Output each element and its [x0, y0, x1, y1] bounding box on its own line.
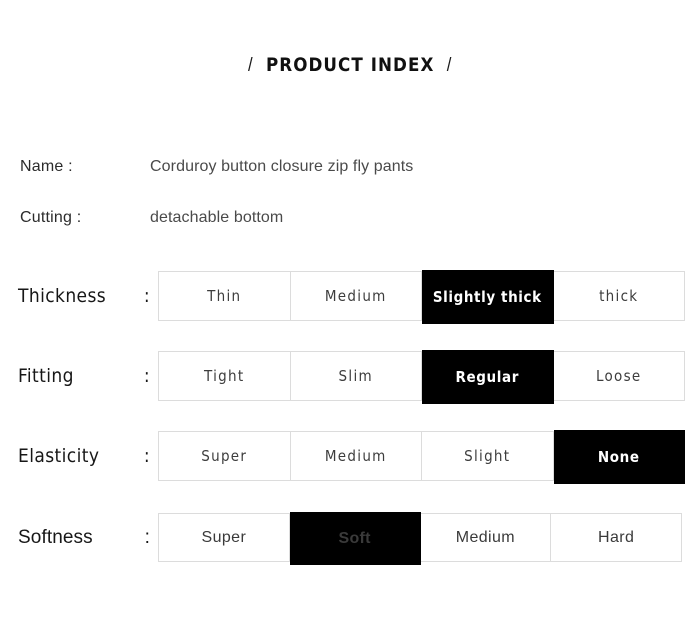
option-elasticity-medium[interactable]: Medium — [290, 432, 422, 480]
info-value-cutting: detachable bottom — [150, 209, 284, 226]
option-group-fitting: Tight Slim Regular Loose — [158, 350, 685, 404]
option-thickness-thick[interactable]: thick — [553, 272, 685, 320]
spec-label-elasticity-word: Elasticity — [18, 445, 100, 467]
option-softness-super[interactable]: Super — [159, 514, 290, 561]
option-thickness-thin[interactable]: Thin — [159, 272, 291, 320]
spec-label-thickness-colon: : — [143, 285, 150, 307]
spec-label-elasticity-colon: : — [143, 445, 150, 467]
option-elasticity-none[interactable]: None — [553, 430, 685, 484]
option-elasticity-slight[interactable]: Slight — [422, 432, 554, 480]
option-softness-hard[interactable]: Hard — [551, 514, 682, 561]
spec-label-softness-colon: : — [144, 526, 150, 548]
info-row-name: Name : Corduroy button closure zip fly p… — [20, 155, 680, 179]
option-thickness-medium[interactable]: Medium — [290, 272, 422, 320]
spec-row-softness: Softness : Super Soft Medium Hard — [0, 512, 700, 565]
slash-right-decoration: / — [446, 55, 453, 76]
spec-label-thickness: Thickness : — [0, 285, 158, 307]
page-title: / PRODUCT INDEX / — [0, 54, 700, 77]
option-thickness-slightly-thick[interactable]: Slightly thick — [422, 270, 554, 324]
info-row-cutting: Cutting : detachable bottom — [20, 206, 680, 230]
option-fitting-slim[interactable]: Slim — [290, 352, 422, 400]
page-title-text: / PRODUCT INDEX / — [248, 54, 452, 77]
option-fitting-tight[interactable]: Tight — [159, 352, 291, 400]
option-group-softness: Super Soft Medium Hard — [158, 512, 682, 565]
page-title-label: PRODUCT INDEX — [265, 54, 435, 76]
spec-label-fitting-word: Fitting — [18, 365, 74, 387]
option-softness-medium[interactable]: Medium — [420, 514, 552, 561]
option-fitting-regular[interactable]: Regular — [422, 350, 554, 404]
info-value-name: Corduroy button closure zip fly pants — [150, 158, 414, 175]
spec-row-thickness: Thickness : Thin Medium Slightly thick t… — [0, 270, 700, 324]
option-group-elasticity: Super Medium Slight None — [158, 430, 685, 484]
spec-row-elasticity: Elasticity : Super Medium Slight None — [0, 430, 700, 484]
slash-left-decoration: / — [247, 55, 254, 76]
option-group-thickness: Thin Medium Slightly thick thick — [158, 270, 685, 324]
option-elasticity-super[interactable]: Super — [159, 432, 291, 480]
spec-label-softness: Softness : — [0, 527, 158, 549]
spec-label-fitting: Fitting : — [0, 365, 158, 387]
spec-label-thickness-word: Thickness — [18, 285, 107, 307]
option-fitting-loose[interactable]: Loose — [553, 352, 685, 400]
info-label-cutting: Cutting : — [20, 209, 82, 226]
info-label-name: Name : — [20, 158, 73, 175]
spec-label-fitting-colon: : — [143, 365, 150, 387]
spec-label-softness-word: Softness — [18, 526, 93, 548]
option-softness-soft[interactable]: Soft — [289, 512, 421, 565]
spec-row-fitting: Fitting : Tight Slim Regular Loose — [0, 350, 700, 404]
spec-label-elasticity: Elasticity : — [0, 445, 158, 467]
